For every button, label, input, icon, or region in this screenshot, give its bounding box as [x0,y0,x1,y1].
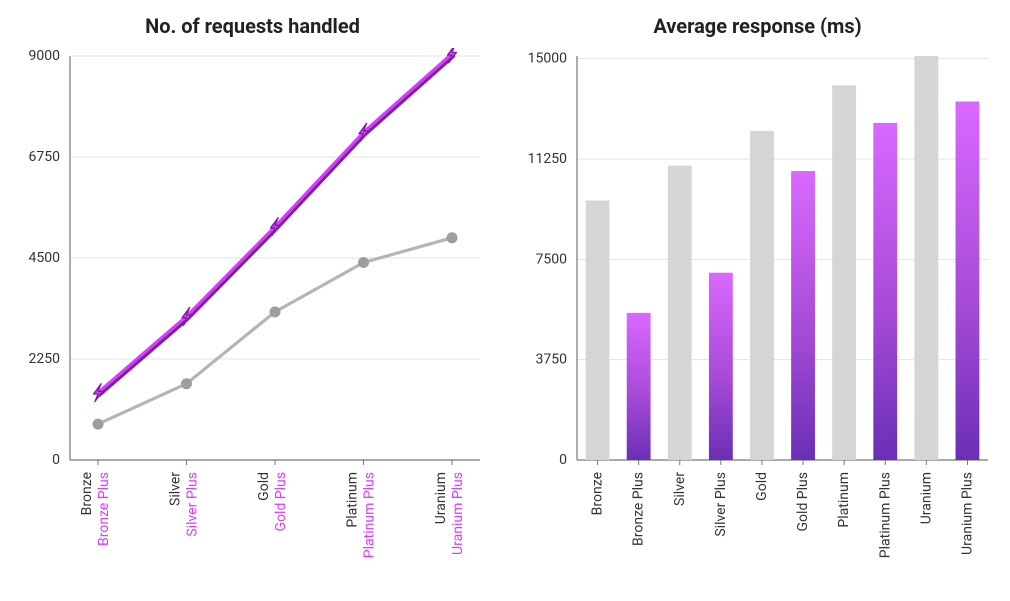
bar [791,171,815,460]
x-label: Uranium Plus [959,472,975,555]
x-label-base: Gold [256,472,272,501]
bar [750,131,774,460]
x-label-plus: Gold Plus [273,472,289,531]
line-point-base [358,257,369,268]
svg-text:6750: 6750 [29,149,61,165]
line-series-base [98,238,452,424]
bar [668,166,692,460]
x-label-base: Silver [168,472,184,506]
svg-text:15000: 15000 [528,51,567,67]
x-label: Uranium [918,472,934,524]
x-label: Silver Plus [713,472,729,537]
x-label-base: Platinum [345,472,361,528]
svg-text:9000: 9000 [29,48,61,64]
x-label: Bronze Plus [631,472,647,546]
x-label-base: Bronze [79,472,95,515]
svg-text:2250: 2250 [29,351,61,367]
line-point-base [447,232,458,243]
svg-text:0: 0 [559,452,567,468]
bar [832,85,856,460]
chart-requests-title: No. of requests handled [10,14,495,38]
bolt-icon [94,384,103,402]
line-point-base [93,419,104,430]
chart-average-response-title: Average response (ms) [515,14,1000,38]
x-label-base: Uranium [433,472,449,524]
chart-requests-svg: 0 2250 4500 6750 9000 BronzeBronze Plus Silver… [10,48,495,578]
bar [873,123,897,460]
line-point-base [181,378,192,389]
x-label: Gold Plus [795,472,811,531]
chart-requests: No. of requests handled 0 2250 4500 6750 900… [0,0,505,601]
x-label-plus: Silver Plus [185,472,201,537]
x-label-plus: Uranium Plus [450,472,466,555]
svg-text:4500: 4500 [29,250,61,266]
bar [627,313,651,460]
x-label-plus: Bronze Plus [96,472,112,546]
line-point-base [270,306,281,317]
svg-text:7500: 7500 [536,251,568,267]
x-label: Gold [754,472,770,501]
bar [956,101,980,460]
x-label: Silver [672,472,688,506]
bar [586,200,610,460]
svg-text:3750: 3750 [536,352,568,368]
x-label: Platinum Plus [877,472,893,558]
x-label: Bronze [590,472,606,515]
bar [709,273,733,460]
svg-text:11250: 11250 [528,151,567,167]
bar [914,56,938,460]
x-label-plus: Platinum Plus [362,472,378,558]
svg-text:0: 0 [52,452,60,468]
x-label: Platinum [836,472,852,528]
chart-average-response-svg: 0 3750 7500 11250 15000 Bronze Bronze Plus Silv… [515,48,1000,578]
chart-average-response: Average response (ms) 0 3750 7500 11250 1500… [505,0,1010,601]
